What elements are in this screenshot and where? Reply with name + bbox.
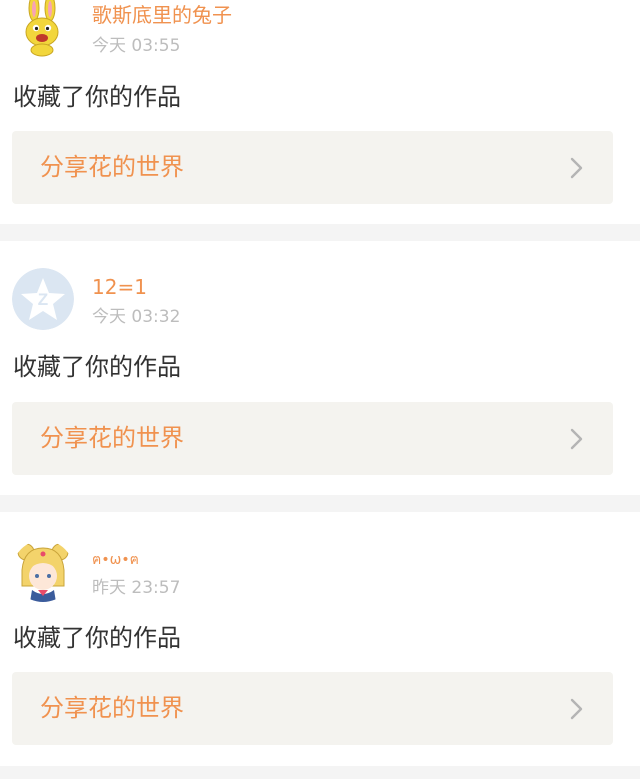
sailor-moon-avatar-icon[interactable] — [12, 540, 74, 602]
work-link-card[interactable]: 分享花的世界 — [12, 402, 613, 475]
svg-text:Z: Z — [38, 290, 48, 309]
username[interactable]: ฅ•ω•ฅ — [92, 548, 139, 572]
notification-card: ฅ•ω•ฅ 昨天 23:57 收藏了你的作品 分享花的世界 — [0, 512, 640, 766]
work-link-card[interactable]: 分享花的世界 — [12, 672, 613, 745]
work-link-card[interactable]: 分享花的世界 — [12, 131, 613, 204]
work-title: 分享花的世界 — [40, 694, 184, 722]
chevron-right-icon — [567, 428, 587, 450]
bunny-avatar-icon[interactable] — [12, 0, 74, 58]
work-title: 分享花的世界 — [40, 424, 184, 452]
timestamp: 今天 03:55 — [92, 36, 181, 56]
notification-card: Z 12=1 今天 03:32 收藏了你的作品 分享花的世界 — [0, 241, 640, 495]
work-title: 分享花的世界 — [40, 153, 184, 181]
action-text: 收藏了你的作品 — [13, 83, 181, 111]
notification-card: 歌斯底里的兔子 今天 03:55 收藏了你的作品 分享花的世界 — [0, 0, 640, 224]
timestamp: 昨天 23:57 — [92, 578, 181, 598]
action-text: 收藏了你的作品 — [13, 353, 181, 381]
timestamp: 今天 03:32 — [92, 307, 181, 327]
action-text: 收藏了你的作品 — [13, 624, 181, 652]
chevron-right-icon — [567, 698, 587, 720]
qzone-star-avatar-icon[interactable]: Z — [12, 268, 74, 330]
username[interactable]: 12=1 — [92, 275, 147, 299]
chevron-right-icon — [567, 157, 587, 179]
username[interactable]: 歌斯底里的兔子 — [92, 3, 232, 27]
notification-feed: 歌斯底里的兔子 今天 03:55 收藏了你的作品 分享花的世界 Z 12=1 今… — [0, 0, 640, 779]
